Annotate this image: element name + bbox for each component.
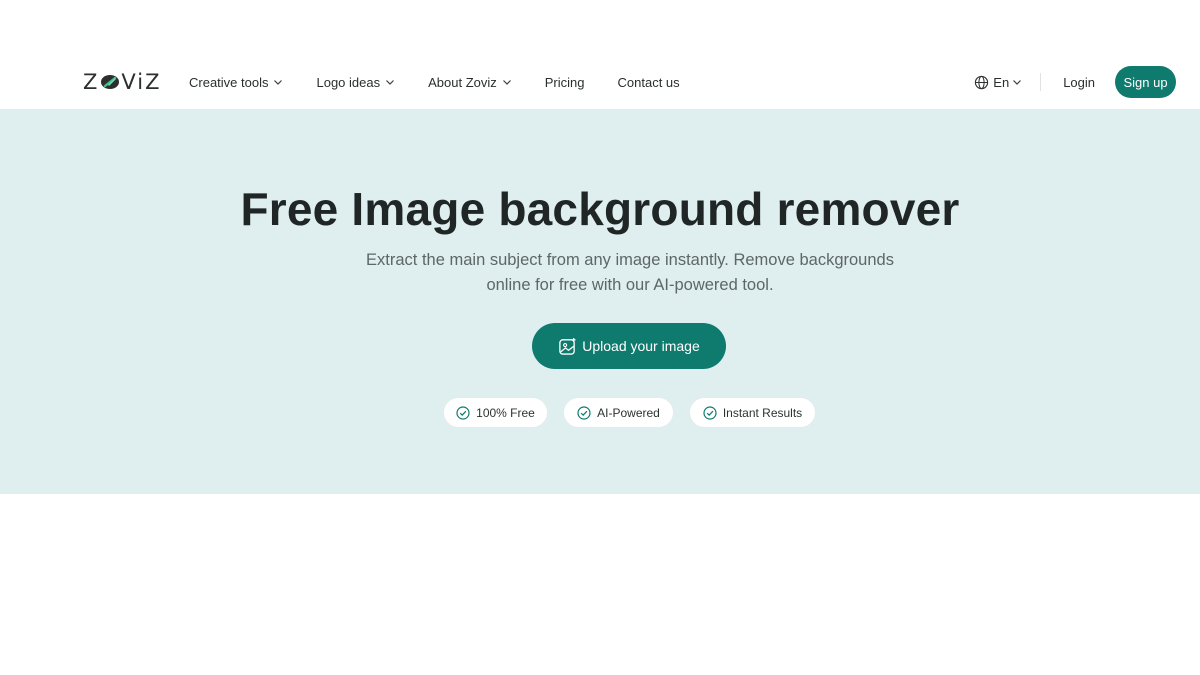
hero-subtitle: Extract the main subject from any image …	[330, 248, 930, 298]
upload-image-button[interactable]: Upload your image	[532, 323, 726, 369]
check-circle-icon	[703, 405, 717, 420]
badge-label: 100% Free	[476, 405, 535, 420]
chevron-down-icon	[502, 80, 511, 85]
hero-section: Free Image background remover Extract th…	[0, 110, 1200, 494]
badge-label: Instant Results	[722, 405, 803, 420]
header-divider	[1040, 73, 1042, 91]
header-actions: En Login Sign up	[974, 66, 1176, 98]
logo-leaf-icon	[101, 75, 120, 89]
badge-instant-results: Instant Results	[689, 397, 816, 428]
upload-button-label: Upload your image	[582, 338, 700, 354]
nav-label: About Zoviz	[428, 74, 497, 90]
logo-text-left: Z	[83, 70, 100, 94]
nav-label: Contact us	[617, 74, 680, 90]
check-circle-icon	[577, 405, 591, 420]
badge-label: AI-Powered	[597, 405, 660, 420]
nav-label: Pricing	[544, 74, 585, 90]
chevron-down-icon	[386, 80, 395, 85]
hero-subtitle-line-2: online for free with our AI-powered tool…	[486, 276, 774, 294]
nav-contact-us[interactable]: Contact us	[618, 75, 680, 90]
site-header: Z ViZ Creative tools Logo ideas About Zo…	[0, 0, 1200, 110]
badge-ai-powered: AI-Powered	[563, 397, 674, 428]
nav-creative-tools[interactable]: Creative tools	[189, 75, 283, 90]
badge-free: 100% Free	[443, 397, 548, 428]
nav-label: Creative tools	[189, 74, 269, 90]
signup-button[interactable]: Sign up	[1115, 66, 1176, 98]
check-circle-icon	[456, 405, 470, 420]
zoviz-logo[interactable]: Z ViZ	[83, 70, 162, 94]
nav-pricing[interactable]: Pricing	[545, 75, 585, 90]
language-selector[interactable]: En	[974, 75, 1022, 90]
chevron-down-icon	[1013, 80, 1022, 85]
nav-about-zoviz[interactable]: About Zoviz	[428, 75, 512, 90]
upload-image-icon	[559, 337, 576, 355]
logo-text-right: ViZ	[121, 70, 162, 94]
chevron-down-icon	[274, 80, 283, 85]
language-label: En	[993, 74, 1010, 90]
globe-icon	[975, 75, 989, 89]
hero-subtitle-line-1: Extract the main subject from any image …	[366, 251, 894, 269]
login-link[interactable]: Login	[1063, 75, 1095, 90]
page-title: Free Image background remover	[240, 183, 960, 235]
nav-logo-ideas[interactable]: Logo ideas	[316, 75, 395, 90]
main-nav: Creative tools Logo ideas About Zoviz Pr…	[189, 72, 713, 92]
feature-badges: 100% Free AI-Powered Instant Results	[0, 397, 1200, 428]
nav-label: Logo ideas	[316, 74, 381, 90]
